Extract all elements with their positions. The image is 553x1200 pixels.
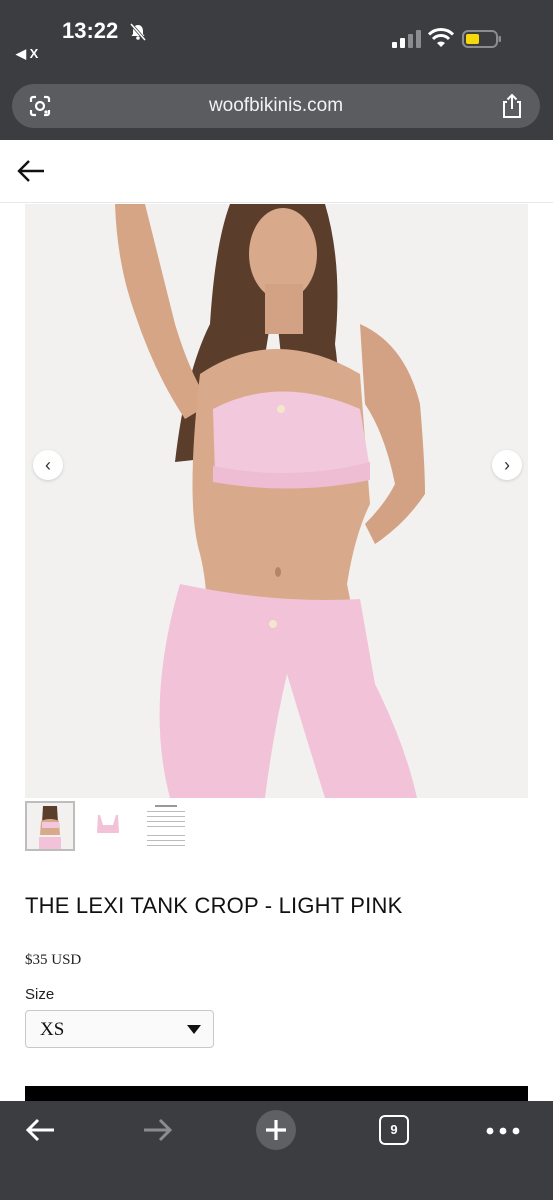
product-image-gallery[interactable]: ‹ › bbox=[25, 204, 528, 798]
browser-forward-icon[interactable] bbox=[142, 1117, 174, 1143]
chevron-down-icon bbox=[187, 1025, 201, 1034]
size-select[interactable]: XS bbox=[25, 1010, 214, 1048]
browser-toolbar: 9 bbox=[0, 1101, 553, 1200]
wifi-icon bbox=[428, 28, 454, 47]
thumbnail-model[interactable] bbox=[25, 801, 75, 851]
share-icon[interactable] bbox=[500, 93, 524, 119]
back-to-app-link[interactable]: ◀ X bbox=[16, 46, 38, 62]
gallery-prev-button[interactable]: ‹ bbox=[33, 450, 63, 480]
tab-switcher-button[interactable]: 9 bbox=[379, 1115, 409, 1145]
clock: 13:22 bbox=[62, 18, 119, 43]
size-label: Size bbox=[25, 986, 55, 1003]
product-photo bbox=[25, 204, 528, 798]
site-header bbox=[0, 140, 553, 203]
more-menu-icon[interactable] bbox=[486, 1127, 520, 1135]
plus-icon bbox=[266, 1120, 286, 1140]
size-selected-value: XS bbox=[40, 1019, 65, 1040]
browser-back-icon[interactable] bbox=[24, 1117, 56, 1143]
gallery-thumbnails bbox=[25, 801, 191, 853]
thumbnail-flatlay[interactable] bbox=[83, 801, 133, 851]
product-price: $35 USD bbox=[25, 952, 82, 968]
muted-bell-icon bbox=[129, 23, 147, 41]
address-bar[interactable]: woofbikinis.com bbox=[12, 84, 540, 128]
product-title: THE LEXI TANK CROP - LIGHT PINK bbox=[25, 893, 403, 918]
url-text[interactable]: woofbikinis.com bbox=[12, 95, 540, 117]
status-bar: 13:22 ◀ X bbox=[0, 0, 553, 82]
thumbnail-flatlay-image bbox=[83, 801, 133, 851]
new-tab-button[interactable] bbox=[256, 1110, 296, 1150]
thumbnail-model-image bbox=[27, 803, 73, 849]
gallery-next-button[interactable]: › bbox=[492, 450, 522, 480]
thumbnail-size-chart-image bbox=[141, 801, 191, 851]
battery-icon bbox=[462, 30, 501, 48]
cellular-signal-icon bbox=[392, 30, 421, 48]
browser-address-area: woofbikinis.com bbox=[0, 82, 553, 140]
thumbnail-size-chart[interactable] bbox=[141, 801, 191, 851]
back-arrow-icon[interactable] bbox=[16, 158, 46, 184]
